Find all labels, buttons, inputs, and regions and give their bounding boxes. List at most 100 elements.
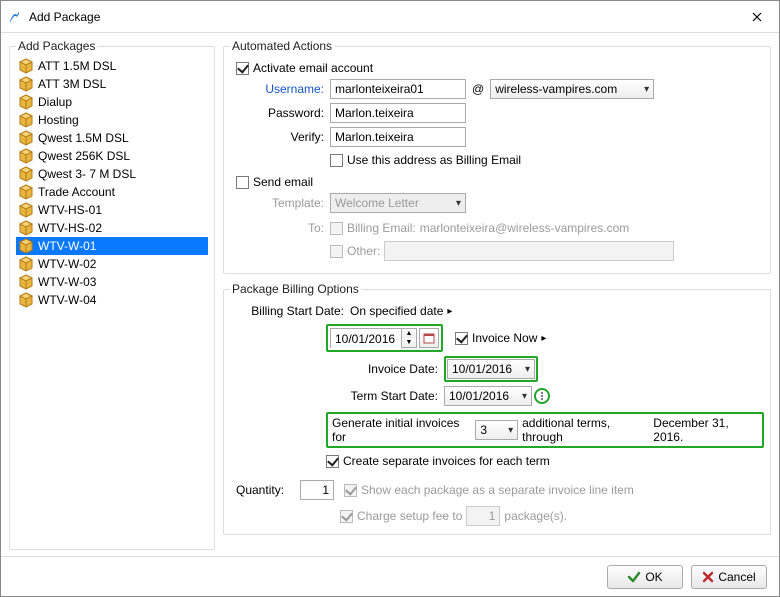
package-item[interactable]: Qwest 256K DSL [16, 147, 208, 165]
package-item[interactable]: Hosting [16, 111, 208, 129]
domain-dropdown[interactable]: wireless-vampires.com ▾ [490, 79, 654, 99]
username-input[interactable] [330, 79, 466, 99]
invoice-now-label: Invoice Now [472, 331, 537, 345]
use-as-billing-checkbox[interactable] [330, 154, 343, 167]
send-email-label: Send email [253, 175, 313, 189]
chevron-down-icon: ▾ [644, 84, 649, 95]
generate-invoices-text-b: additional terms, through [522, 416, 649, 444]
term-start-dropdown[interactable]: 10/01/2016 ▾ [444, 386, 532, 406]
separate-invoices-checkbox[interactable] [326, 455, 339, 468]
cancel-button[interactable]: Cancel [691, 565, 767, 589]
package-label: WTV-HS-01 [38, 203, 102, 217]
close-button[interactable] [741, 5, 773, 29]
billing-start-date-spinner[interactable]: ▲▼ [330, 328, 417, 348]
package-label: Qwest 3- 7 M DSL [38, 167, 136, 181]
packages-legend: Add Packages [16, 39, 97, 53]
x-icon [702, 571, 714, 583]
chevron-down-icon[interactable]: ▼ [402, 338, 416, 347]
package-item[interactable]: ATT 3M DSL [16, 75, 208, 93]
spinner-buttons[interactable]: ▲▼ [401, 329, 416, 347]
term-start-label: Term Start Date: [326, 389, 438, 403]
package-icon [18, 112, 34, 128]
package-label: WTV-W-04 [38, 293, 96, 307]
calendar-icon [423, 332, 435, 344]
window-title: Add Package [29, 10, 741, 24]
package-label: WTV-W-03 [38, 275, 96, 289]
template-value: Welcome Letter [335, 196, 419, 210]
packages-list[interactable]: ATT 1.5M DSL ATT 3M DSL Dialup Hosting Qwest… [16, 57, 208, 541]
package-item[interactable]: WTV-W-02 [16, 255, 208, 273]
password-label: Password: [254, 106, 324, 120]
quantity-input[interactable] [300, 480, 334, 500]
billing-email-value: marlonteixeira@wireless-vampires.com [420, 221, 630, 235]
check-icon [627, 570, 641, 584]
invoice-date-highlight: 10/01/2016 ▾ [444, 356, 538, 382]
dialog-footer: OK Cancel [1, 556, 779, 596]
generate-invoices-text-a: Generate initial invoices for [332, 416, 471, 444]
package-item[interactable]: Dialup [16, 93, 208, 111]
chevron-up-icon[interactable]: ▲ [402, 329, 416, 338]
template-dropdown: Welcome Letter ▾ [330, 193, 466, 213]
billing-options-fieldset: Package Billing Options Billing Start Da… [223, 282, 771, 535]
invoice-now-checkbox[interactable] [455, 332, 468, 345]
verify-input[interactable] [330, 127, 466, 147]
automated-actions-fieldset: Automated Actions Activate email account… [223, 39, 771, 274]
activate-email-checkbox[interactable] [236, 62, 249, 75]
package-label: Trade Account [38, 185, 115, 199]
billing-start-date-input[interactable] [331, 329, 401, 349]
billing-start-mode[interactable]: On specified date [350, 304, 443, 318]
titlebar: Add Package [1, 1, 779, 33]
package-item[interactable]: Trade Account [16, 183, 208, 201]
calendar-button[interactable] [419, 328, 439, 348]
generate-invoices-through: December 31, 2016. [653, 416, 758, 444]
other-email-label: Other: [347, 244, 380, 258]
package-label: WTV-W-02 [38, 257, 96, 271]
package-item[interactable]: WTV-HS-02 [16, 219, 208, 237]
triangle-right-icon[interactable]: ▸ [447, 306, 452, 317]
term-start-menu-highlight [534, 388, 550, 404]
app-icon [7, 9, 23, 25]
package-item[interactable]: WTV-W-04 [16, 291, 208, 309]
date-highlight: ▲▼ [326, 324, 443, 352]
package-item[interactable]: WTV-W-01 [16, 237, 208, 255]
package-item[interactable]: Qwest 1.5M DSL [16, 129, 208, 147]
chevron-down-icon: ▾ [456, 198, 461, 209]
triangle-right-icon[interactable]: ▸ [541, 333, 546, 344]
package-icon [18, 220, 34, 236]
use-as-billing-label: Use this address as Billing Email [347, 153, 521, 167]
show-separate-label: Show each package as a separate invoice … [361, 483, 634, 497]
password-input[interactable] [330, 103, 466, 123]
dots-vertical-icon[interactable] [537, 391, 547, 401]
ok-label: OK [645, 570, 662, 584]
package-icon [18, 76, 34, 92]
charge-setup-label: Charge setup fee to [357, 509, 462, 523]
show-separate-checkbox [344, 484, 357, 497]
username-label[interactable]: Username: [254, 82, 324, 96]
package-label: Dialup [38, 95, 72, 109]
send-email-checkbox[interactable] [236, 176, 249, 189]
package-icon [18, 256, 34, 272]
billing-start-date-label: Billing Start Date: [236, 304, 344, 318]
package-icon [18, 274, 34, 290]
package-label: WTV-W-01 [38, 239, 96, 253]
package-icon [18, 166, 34, 182]
package-label: Qwest 256K DSL [38, 149, 130, 163]
verify-label: Verify: [254, 130, 324, 144]
package-label: ATT 1.5M DSL [38, 59, 116, 73]
template-label: Template: [254, 196, 324, 210]
terms-count-value: 3 [480, 423, 487, 437]
ok-button[interactable]: OK [607, 565, 683, 589]
terms-count-dropdown[interactable]: 3 ▾ [475, 420, 518, 440]
package-item[interactable]: ATT 1.5M DSL [16, 57, 208, 75]
package-item[interactable]: Qwest 3- 7 M DSL [16, 165, 208, 183]
package-item[interactable]: WTV-HS-01 [16, 201, 208, 219]
other-email-input [384, 241, 674, 261]
at-sign: @ [472, 82, 484, 96]
billing-options-legend: Package Billing Options [230, 282, 361, 296]
packages-panel: Add Packages ATT 1.5M DSL ATT 3M DSL Dialu… [9, 39, 215, 550]
package-item[interactable]: WTV-W-03 [16, 273, 208, 291]
to-label: To: [254, 221, 324, 235]
package-label: Hosting [38, 113, 79, 127]
invoice-date-dropdown[interactable]: 10/01/2016 ▾ [447, 359, 535, 379]
package-icon [18, 130, 34, 146]
